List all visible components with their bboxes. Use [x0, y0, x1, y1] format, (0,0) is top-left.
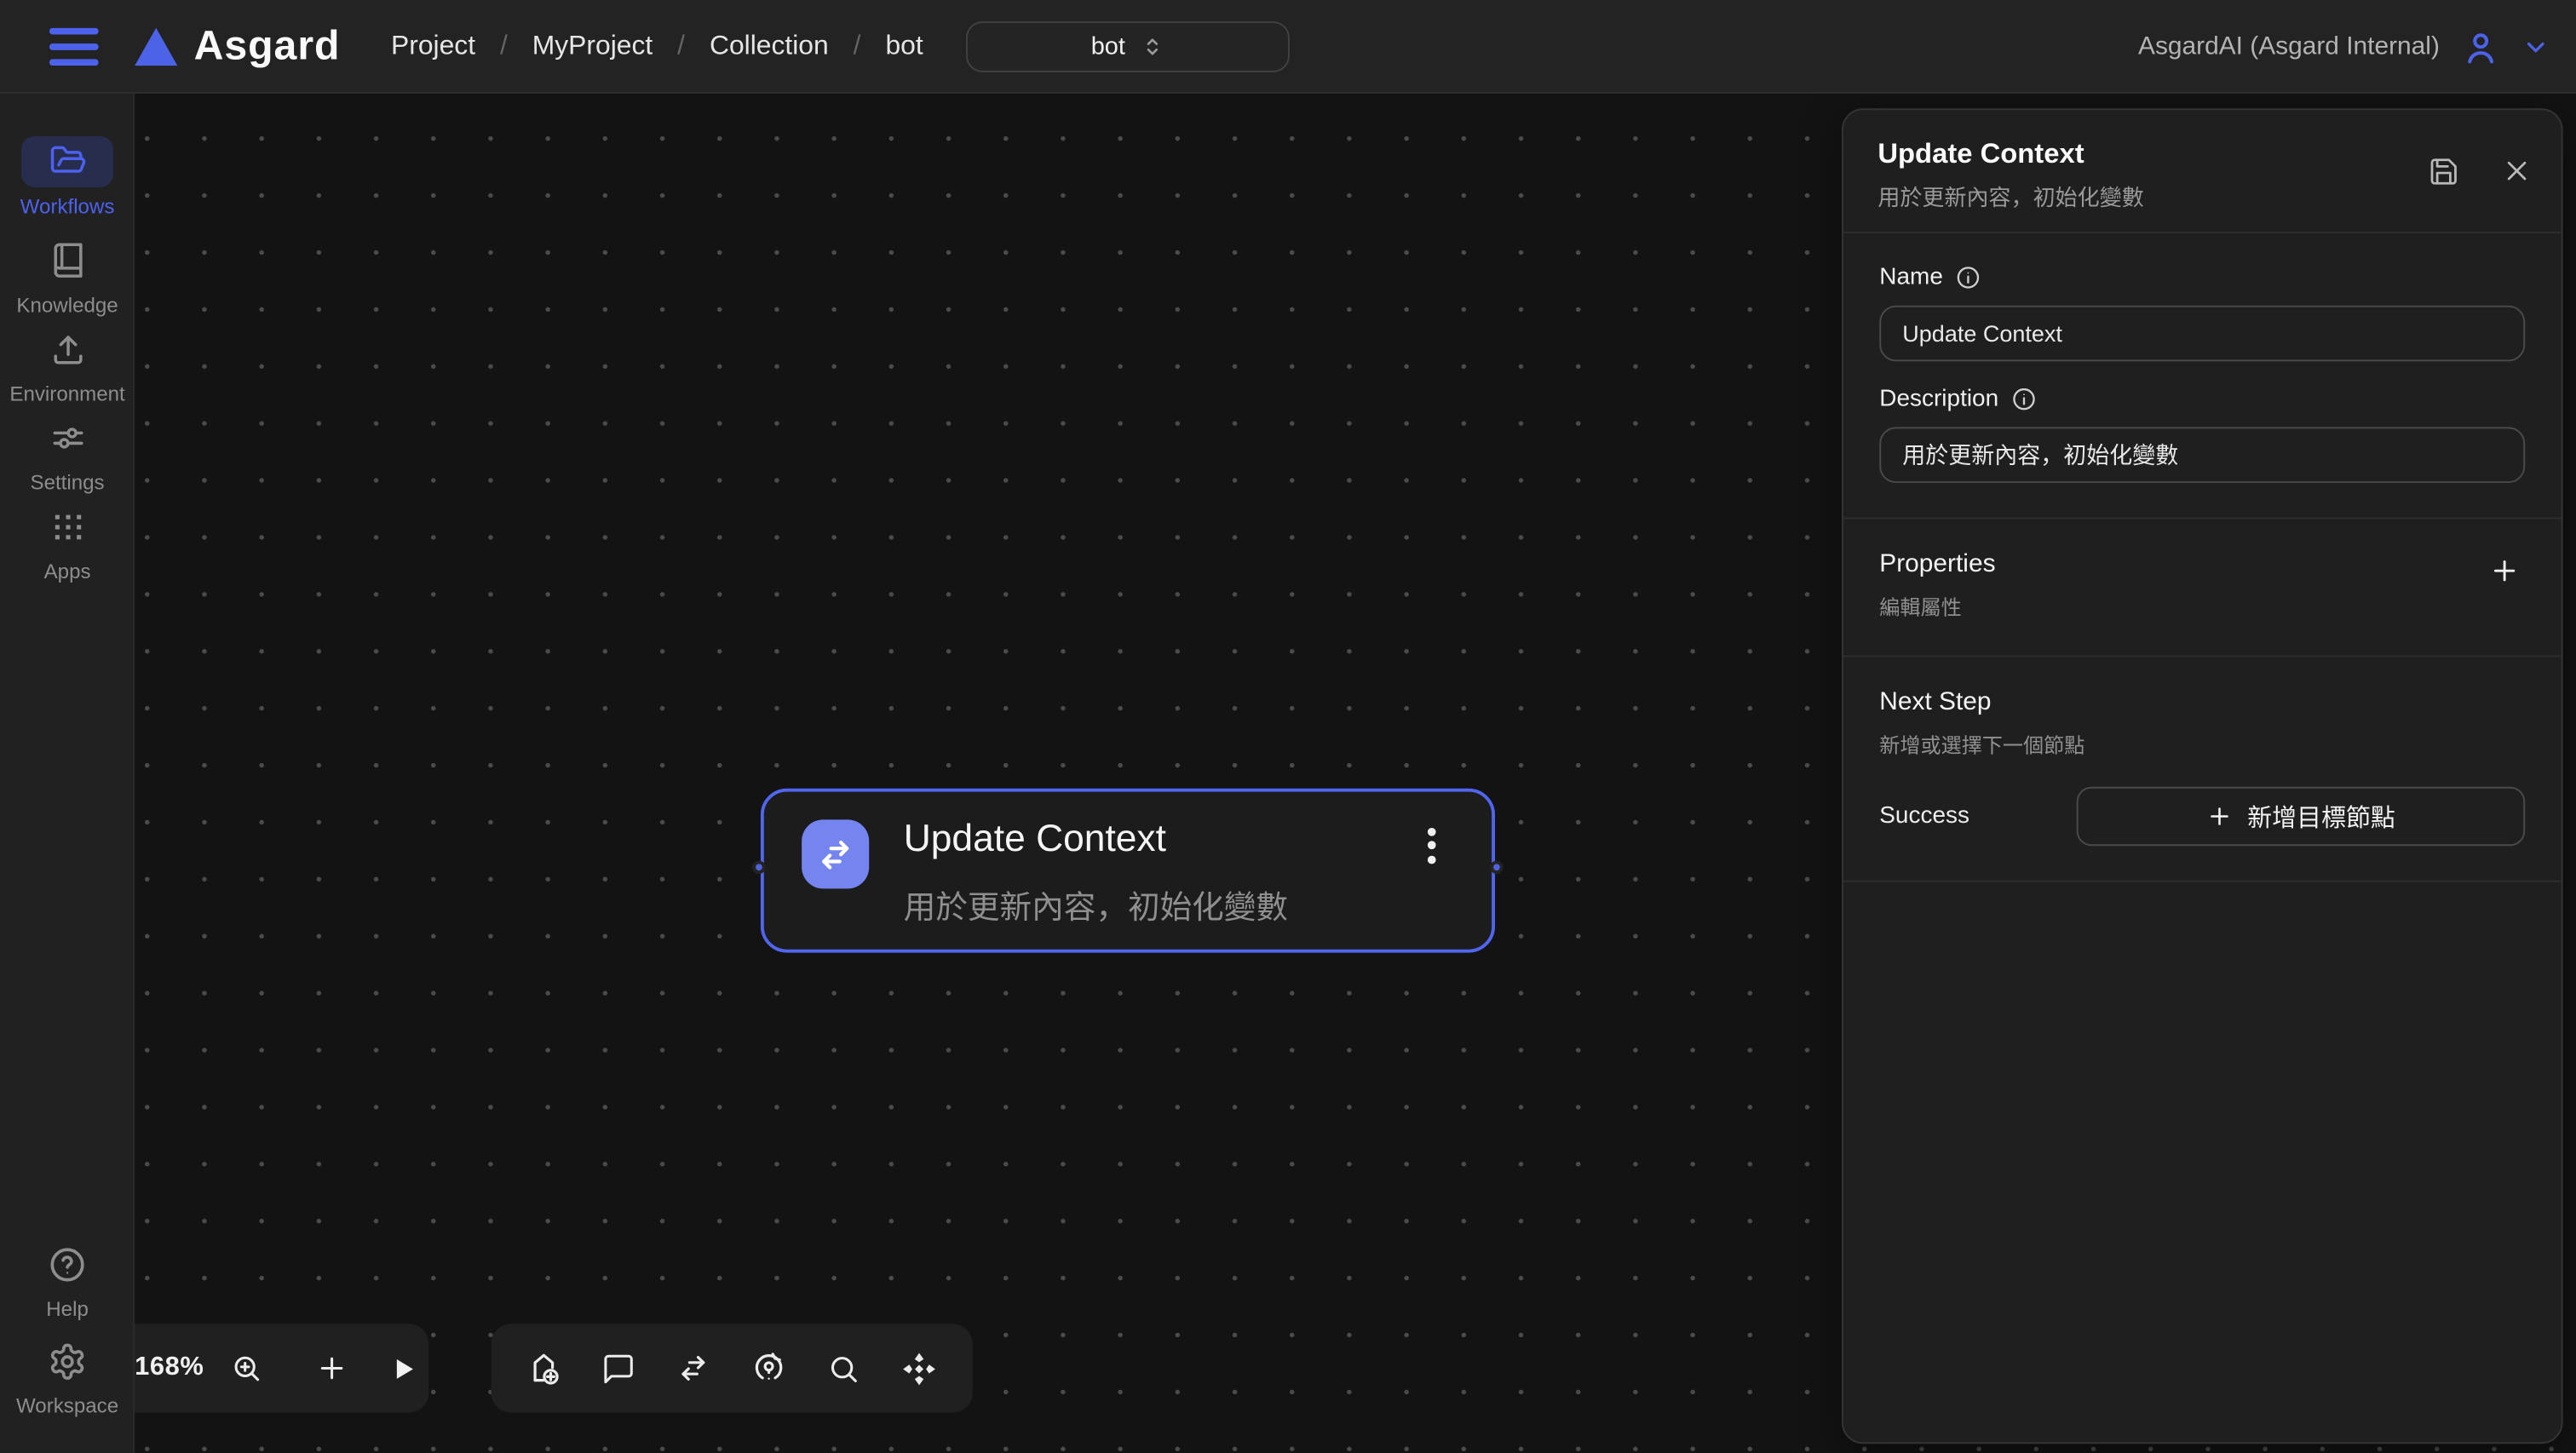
auto-suggest-icon[interactable] [750, 1350, 786, 1386]
description-input[interactable] [1879, 427, 2525, 483]
account-menu[interactable]: AsgardAI (Asgard Internal) [2138, 0, 2550, 94]
sidebar-item-settings[interactable]: Settings [0, 412, 135, 494]
sidebar-item-label: Workspace [16, 1394, 118, 1417]
upload-icon [21, 324, 113, 375]
workflow-select-value: bot [1091, 33, 1125, 61]
description-label-row: Description [1879, 386, 2525, 412]
panel-next-step-section: Next Step 新增或選擇下一個節點 Success 新增目標節點 [1843, 657, 2562, 882]
sidebar-item-knowledge[interactable]: Knowledge [0, 235, 135, 317]
add-property-button[interactable] [2484, 550, 2525, 591]
name-input[interactable] [1879, 306, 2525, 362]
breadcrumb-separator: / [677, 32, 685, 63]
name-label-row: Name [1879, 264, 2525, 290]
breadcrumb-project[interactable]: Project [391, 32, 475, 63]
node-kebab-menu[interactable] [1421, 821, 1442, 870]
sidebar-item-workspace[interactable]: Workspace [0, 1335, 135, 1417]
node-handle-left[interactable] [752, 860, 765, 873]
account-name: AsgardAI (Asgard Internal) [2138, 32, 2440, 62]
breadcrumb-collection[interactable]: Collection [710, 32, 829, 63]
sidebar-item-apps[interactable]: Apps [0, 501, 135, 583]
sidebar-item-workflows[interactable]: Workflows [0, 136, 135, 218]
properties-subtitle: 編輯屬性 [1879, 589, 1995, 621]
breadcrumb-myproject[interactable]: MyProject [532, 32, 653, 63]
success-label: Success [1879, 803, 1969, 830]
canvas-tools-toolbar [492, 1324, 973, 1412]
top-bar: Asgard Project / MyProject / Collection … [0, 0, 2576, 94]
sidebar-item-help[interactable]: Help [0, 1238, 135, 1320]
sidebar-item-label: Help [46, 1298, 89, 1321]
sidebar: Workflows Knowledge Environment Settings [0, 94, 135, 1453]
next-step-subtitle: 新增或選擇下一個節點 [1879, 727, 2525, 759]
zoom-level: 168% [135, 1353, 204, 1383]
sidebar-item-label: Environment [9, 382, 124, 405]
folder-open-icon [21, 136, 113, 187]
breadcrumb: Project / MyProject / Collection / bot [391, 0, 923, 94]
node-handle-right[interactable] [1490, 860, 1503, 873]
app-root: Asgard Project / MyProject / Collection … [0, 0, 2576, 1453]
sidebar-item-environment[interactable]: Environment [0, 324, 135, 405]
sidebar-item-label: Apps [44, 560, 91, 583]
add-target-node-button[interactable]: 新增目標節點 [2077, 787, 2525, 846]
swap-arrows-icon[interactable] [676, 1350, 711, 1386]
info-icon[interactable] [1954, 264, 1981, 290]
help-circle-icon [21, 1238, 113, 1289]
sidebar-item-label: Settings [30, 471, 104, 494]
run-play-button[interactable] [388, 1352, 419, 1384]
hamburger-menu-icon[interactable] [49, 28, 99, 66]
add-target-node-label: 新增目標節點 [2247, 799, 2395, 833]
pan-move-icon[interactable] [900, 1349, 938, 1387]
brand-logo[interactable]: Asgard [135, 0, 340, 94]
zoom-in-icon[interactable] [230, 1352, 263, 1385]
next-step-title: Next Step [1879, 688, 2525, 718]
panel-header: Update Context 用於更新內容，初始化變數 [1843, 110, 2562, 233]
breadcrumb-separator: / [854, 32, 861, 63]
name-label: Name [1879, 264, 1943, 290]
sidebar-item-label: Knowledge [16, 294, 118, 317]
gear-icon [21, 1335, 113, 1387]
close-icon[interactable] [2502, 156, 2532, 187]
panel-basic-section: Name Description [1843, 233, 2562, 520]
apps-grid-icon [21, 501, 113, 552]
add-button[interactable] [316, 1352, 349, 1385]
book-icon [21, 235, 113, 286]
plus-icon [2206, 803, 2233, 830]
description-label: Description [1879, 386, 1998, 412]
info-icon[interactable] [2010, 386, 2037, 412]
panel-properties-section: Properties 編輯屬性 [1843, 519, 2562, 657]
node-title: Update Context [904, 816, 1166, 860]
workflow-select[interactable]: bot [966, 21, 1290, 72]
properties-title: Properties [1879, 550, 1995, 580]
brand-name: Asgard [194, 23, 341, 71]
breadcrumb-separator: / [500, 32, 508, 63]
node-update-context[interactable]: Update Context 用於更新內容，初始化變數 [761, 789, 1495, 953]
asgard-triangle-icon [135, 28, 177, 66]
sidebar-item-label: Workflows [20, 195, 115, 218]
node-properties-panel: Update Context 用於更新內容，初始化變數 Name Descrip… [1842, 108, 2563, 1444]
add-node-icon[interactable] [526, 1350, 561, 1386]
node-subtitle: 用於更新內容，初始化變數 [904, 881, 1288, 928]
chevron-down-icon [2521, 33, 2550, 61]
save-icon[interactable] [2428, 156, 2459, 187]
select-updown-icon [1140, 34, 1164, 59]
comment-icon[interactable] [601, 1351, 636, 1385]
sliders-icon [21, 412, 113, 463]
user-icon [2461, 27, 2500, 66]
breadcrumb-bot[interactable]: bot [885, 32, 923, 63]
search-icon[interactable] [826, 1351, 860, 1385]
swap-arrows-icon [802, 819, 869, 888]
